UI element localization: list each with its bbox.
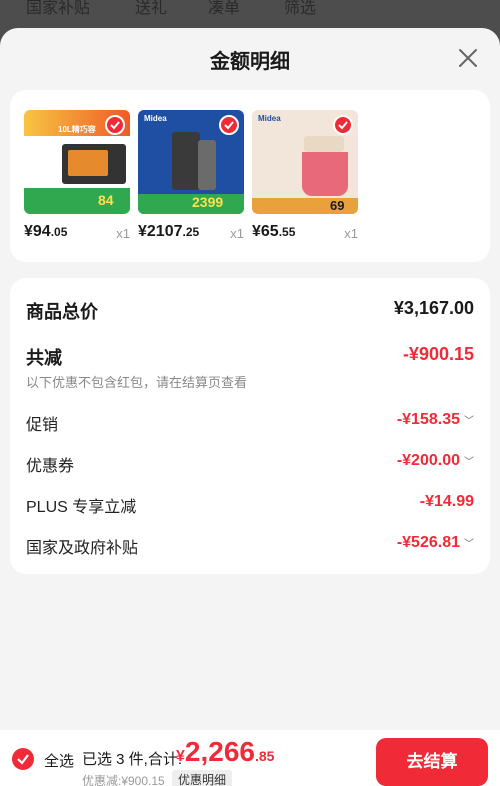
amount-detail-sheet: 金额明细 10L精巧容 84 ¥94.05 x1 Midea 2399 ¥210…: [0, 28, 500, 786]
selected-check-icon[interactable]: [219, 115, 239, 135]
bg-tab-filter: 筛选: [284, 0, 317, 17]
reduce-note: 以下优惠不包含红包，请在结算页查看: [26, 375, 248, 390]
thumb-badge-text: Midea: [144, 114, 167, 123]
product-price: ¥65.55: [252, 223, 296, 240]
checkout-bar: 全选 已选 3 件,合计: ¥2,266.85 优惠减:¥900.15 优惠明细…: [0, 730, 500, 786]
plus-label: PLUS 专享立减: [26, 499, 137, 516]
selected-count-text: 已选 3 件,合计:: [82, 751, 183, 768]
product-thumbnail: 10L精巧容 84: [24, 110, 130, 214]
product-thumbnail: Midea 2399: [138, 110, 244, 214]
chevron-down-icon[interactable]: ﹀: [464, 453, 474, 468]
goods-total-row: 商品总价 ¥3,167.00: [26, 298, 474, 322]
thumb-price-text: 69: [330, 198, 345, 213]
product-quantity: x1: [116, 226, 130, 241]
discount-line: 优惠减:¥900.15: [82, 774, 165, 786]
subsidy-value: -¥526.81: [396, 534, 460, 551]
product-item[interactable]: Midea 69 ¥65.55 x1: [252, 110, 358, 246]
plus-row: PLUS 专享立减 -¥14.99: [26, 493, 474, 516]
checkout-button[interactable]: 去结算: [376, 738, 488, 786]
total-reduce-label: 共减: [26, 348, 62, 368]
chevron-down-icon[interactable]: ﹀: [464, 535, 474, 550]
bg-tab-subsidy: 国家补贴: [26, 0, 91, 17]
chevron-down-icon[interactable]: ﹀: [464, 412, 474, 427]
reduce-note-row: 以下优惠不包含红包，请在结算页查看: [26, 372, 474, 390]
product-quantity: x1: [230, 226, 244, 241]
bg-tab-gift: 送礼: [135, 0, 168, 17]
select-all-check-icon[interactable]: [12, 748, 34, 770]
product-thumbnail: Midea 69: [252, 110, 358, 214]
products-card: 10L精巧容 84 ¥94.05 x1 Midea 2399 ¥2107.25 …: [10, 90, 490, 262]
thumb-badge-text: Midea: [258, 114, 281, 123]
thumb-price-text: 2399: [192, 194, 224, 210]
plus-value: -¥14.99: [419, 493, 474, 510]
total-reduce-row: 共减 -¥900.15: [26, 344, 474, 368]
total-reduce-value: -¥900.15: [402, 344, 474, 364]
grand-total: ¥2,266.85: [176, 736, 275, 767]
product-item[interactable]: Midea 2399 ¥2107.25 x1: [138, 110, 244, 246]
promo-row[interactable]: 促销 -¥158.35 ﹀: [26, 411, 474, 434]
product-item[interactable]: 10L精巧容 84 ¥94.05 x1: [24, 110, 130, 246]
promo-label: 促销: [26, 417, 59, 434]
select-all-label[interactable]: 全选: [44, 750, 74, 771]
goods-total-value: ¥3,167.00: [393, 298, 474, 318]
selected-check-icon[interactable]: [105, 115, 125, 135]
product-price: ¥2107.25: [138, 223, 200, 240]
discount-detail-button[interactable]: 优惠明细: [172, 770, 233, 786]
subsidy-row[interactable]: 国家及政府补贴 -¥526.81 ﹀: [26, 534, 474, 557]
product-quantity: x1: [344, 226, 358, 241]
thumb-price-text: 84: [98, 192, 114, 208]
coupon-value: -¥200.00: [396, 452, 460, 469]
coupon-label: 优惠券: [26, 458, 75, 475]
close-icon[interactable]: [456, 46, 480, 70]
coupon-row[interactable]: 优惠券 -¥200.00 ﹀: [26, 452, 474, 475]
thumb-badge-text: 10L精巧容: [58, 125, 96, 134]
goods-total-label: 商品总价: [26, 302, 98, 322]
promo-value: -¥158.35: [396, 411, 460, 428]
selected-check-icon[interactable]: [333, 115, 353, 135]
sheet-title: 金额明细: [210, 51, 290, 73]
bg-tab-bundle: 凑单: [208, 0, 241, 17]
product-price: ¥94.05: [24, 223, 68, 240]
price-summary-card: 商品总价 ¥3,167.00 共减 -¥900.15 以下优惠不包含红包，请在结…: [10, 278, 490, 574]
subsidy-label: 国家及政府补贴: [26, 540, 139, 557]
